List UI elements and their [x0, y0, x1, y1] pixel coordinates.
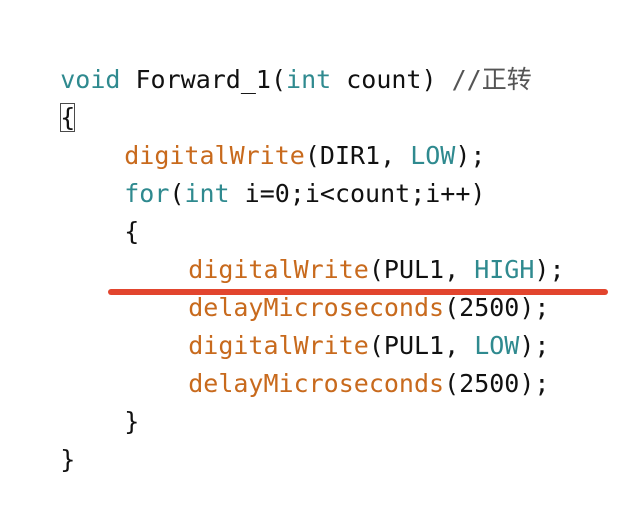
close-brace: } [124, 407, 140, 436]
keyword-int: int [184, 179, 230, 208]
call-args: (2500); [444, 369, 550, 398]
function-call: delayMicroseconds [188, 369, 445, 398]
code-line-7: delayMicroseconds(2500); [128, 251, 549, 322]
code-line-9: delayMicroseconds(2500); [128, 327, 549, 398]
code-line-4: for(int i=0;i<count;i++) [64, 137, 485, 208]
function-signature: Forward_1( [120, 65, 287, 94]
code-line-10: } [64, 365, 139, 436]
code-line-8: digitalWrite(PUL1, LOW); [128, 289, 549, 360]
code-line-6: digitalWrite(PUL1, HIGH); [128, 213, 564, 284]
code-line-5: { [64, 175, 139, 246]
code-editor[interactable]: void Forward_1(int count) //正转 { digital… [0, 0, 640, 474]
code-line-1: void Forward_1(int count) //正转 [0, 23, 531, 94]
code-line-11: } [0, 403, 75, 474]
paren-open: ( [169, 179, 185, 208]
parameter-text: count) [331, 65, 452, 94]
keyword-int: int [286, 65, 332, 94]
code-comment: //正转 [451, 65, 532, 94]
close-brace: } [60, 445, 76, 474]
code-line-3: digitalWrite(DIR1, LOW); [64, 99, 485, 170]
code-line-2: { [0, 61, 76, 132]
loop-header: i=0;i<count;i++) [229, 179, 486, 208]
